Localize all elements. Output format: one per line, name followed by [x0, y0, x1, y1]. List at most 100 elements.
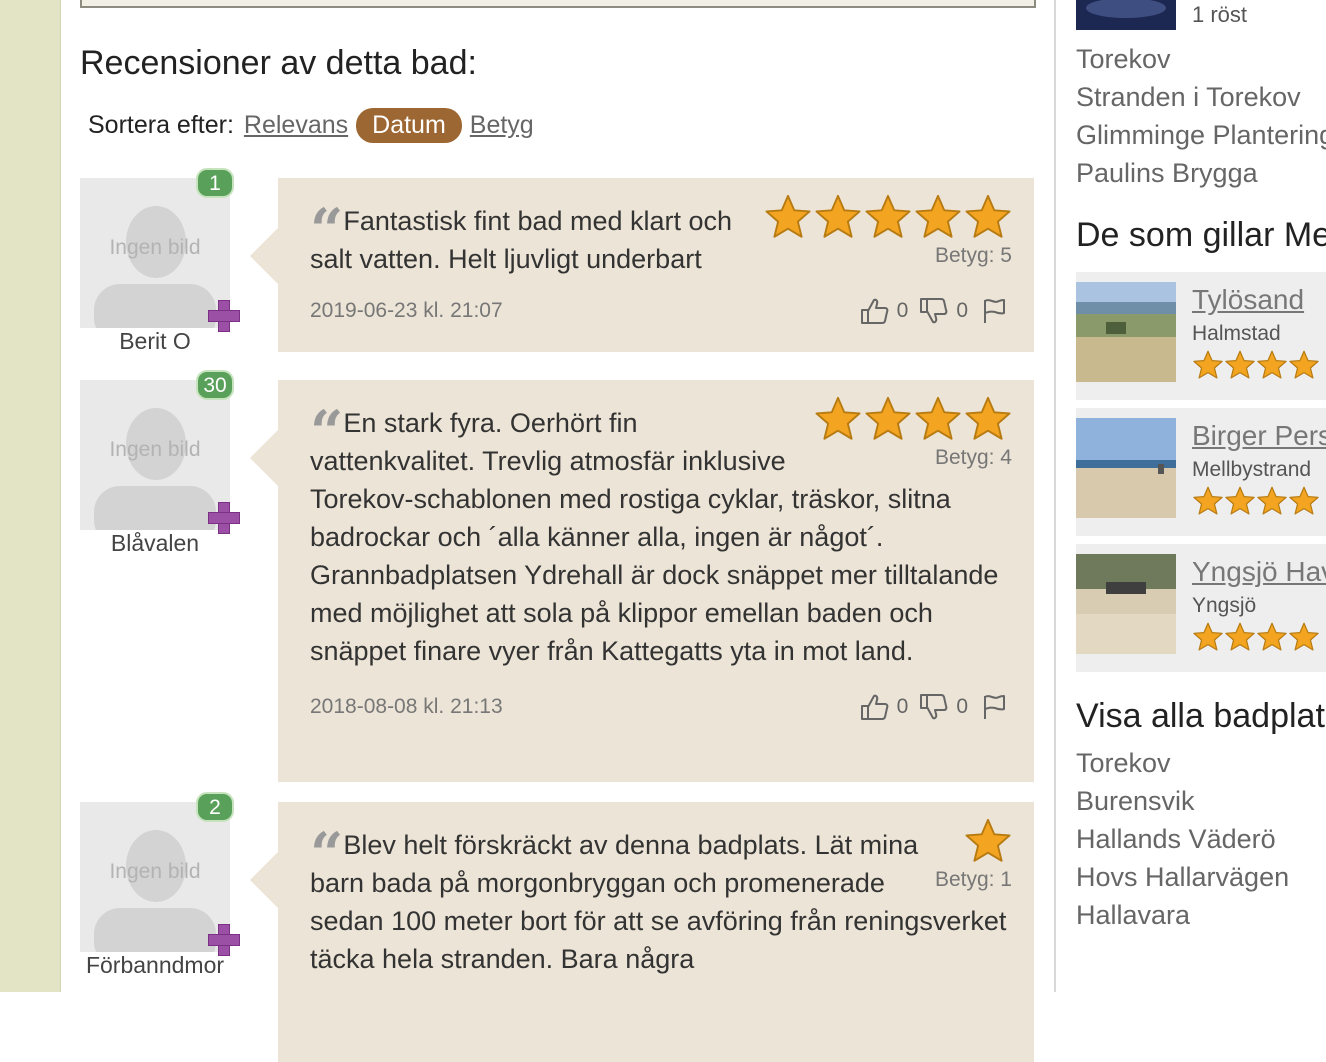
sort-datum-active[interactable]: Datum	[356, 108, 462, 143]
star-icon	[964, 194, 1012, 240]
nearby-link[interactable]: Torekov	[1076, 40, 1326, 78]
quote-icon: “	[310, 196, 343, 264]
review-bubble: Betyg: 5 “Fantastisk fint bad med klart …	[250, 178, 1034, 352]
star-icon	[814, 194, 862, 240]
like-count: 0	[896, 695, 909, 718]
dislike-count: 0	[956, 299, 968, 322]
beach-link[interactable]: Hallands Väderö	[1076, 820, 1289, 858]
star-icon	[1224, 350, 1256, 380]
similar-rating-stars	[1192, 622, 1320, 652]
similar-beach-name[interactable]: Tylösand	[1192, 284, 1304, 316]
star-icon	[964, 818, 1012, 864]
nearby-links: Torekov Stranden i Torekov Glimminge Pla…	[1076, 40, 1326, 192]
similar-title: De som gillar Mellbystrand	[1076, 216, 1326, 254]
sort-bar: Sortera efter: Relevans Datum Betyg	[88, 108, 534, 143]
similar-beach-name[interactable]: Yngsjö Havsbad	[1192, 556, 1326, 588]
thumbs-up-icon	[859, 296, 891, 326]
rating-label: Betyg: 5	[934, 244, 1012, 267]
nearby-link[interactable]: Paulins Brygga	[1076, 154, 1326, 192]
star-icon	[764, 194, 812, 240]
reviewer-name[interactable]: Förbanndmor	[80, 952, 230, 979]
quote-icon: “	[310, 398, 343, 466]
star-icon	[914, 194, 962, 240]
nearby-link[interactable]: Glimminge Plantering	[1076, 116, 1326, 154]
report-button[interactable]	[978, 692, 1010, 722]
star-icon	[1192, 350, 1224, 380]
review-count-badge: 1	[196, 168, 234, 198]
report-button[interactable]	[978, 296, 1010, 326]
similar-beach-location: Mellbystrand	[1192, 458, 1312, 481]
sidebar: 1 röst Torekov Stranden i Torekov Glimmi…	[1076, 0, 1326, 992]
similar-beach-card[interactable]: Yngsjö Havsbad Yngsjö	[1076, 544, 1326, 672]
review-text: Fantastisk fint bad med klart och salt v…	[310, 206, 733, 274]
dislike-button[interactable]: 0	[918, 296, 968, 326]
star-icon	[1256, 350, 1288, 380]
star-icon	[864, 194, 912, 240]
review-count-badge: 2	[196, 792, 234, 822]
beach-link[interactable]: Hallavara	[1076, 896, 1289, 934]
sort-label: Sortera efter:	[88, 111, 234, 139]
review-item: Ingen bild 1 Berit O Betyg: 5 “Fantastis…	[80, 168, 1034, 355]
review-bubble: Betyg: 1 “Blev helt förskräckt av denna …	[250, 802, 1034, 1062]
quote-icon: “	[310, 820, 343, 888]
rating-label: Betyg: 1	[934, 868, 1012, 891]
beach-link[interactable]: Torekov	[1076, 744, 1289, 782]
dislike-button[interactable]: 0	[918, 692, 968, 722]
review-rating: Betyg: 4	[814, 396, 1012, 470]
thumbs-down-icon	[918, 296, 950, 326]
like-button[interactable]: 0	[859, 296, 909, 326]
review-item: Ingen bild 30 Blåvalen Betyg: 4 “En star…	[80, 370, 1034, 782]
thumbs-down-icon	[918, 692, 950, 722]
star-icon	[1192, 486, 1224, 516]
like-count: 0	[896, 299, 909, 322]
similar-beach-card[interactable]: Tylösand Halmstad	[1076, 272, 1326, 400]
star-icon	[1224, 486, 1256, 516]
no-image-text: Ingen bild	[109, 236, 201, 259]
beach-link[interactable]: Hovs Hallarvägen	[1076, 858, 1289, 896]
rating-stars	[935, 818, 1012, 864]
nearby-link[interactable]: Stranden i Torekov	[1076, 78, 1326, 116]
reviews-title: Recensioner av detta bad:	[80, 44, 477, 82]
beach-thumbnail[interactable]	[1076, 0, 1176, 30]
sort-relevans-link[interactable]: Relevans	[244, 111, 348, 140]
similar-beach-name[interactable]: Birger Pers	[1192, 420, 1326, 452]
review-count-badge: 30	[196, 370, 234, 400]
beach-photo	[1076, 554, 1176, 654]
no-image-text: Ingen bild	[109, 860, 201, 883]
top-content-box	[80, 0, 1036, 8]
left-background-strip	[0, 0, 61, 992]
review-bubble: Betyg: 4 “En stark fyra. Oerhört fin vat…	[250, 380, 1034, 782]
sort-betyg-link[interactable]: Betyg	[470, 111, 534, 140]
review-text: Blev helt förskräckt av denna badplats. …	[310, 830, 1007, 974]
vote-count: 1 röst	[1192, 2, 1248, 27]
similar-rating-stars	[1192, 486, 1320, 516]
flag-icon	[978, 692, 1010, 722]
review-date: 2018-08-08 kl. 21:13	[310, 695, 503, 718]
beach-photo	[1076, 418, 1176, 518]
star-icon	[1256, 486, 1288, 516]
similar-beach-card[interactable]: Birger Pers Mellbystrand	[1076, 408, 1326, 536]
no-image-text: Ingen bild	[109, 438, 201, 461]
review-rating: Betyg: 1	[935, 818, 1012, 892]
like-button[interactable]: 0	[859, 692, 909, 722]
star-icon	[914, 396, 962, 442]
rating-label: Betyg: 4	[934, 446, 1012, 469]
star-icon	[864, 396, 912, 442]
flag-icon	[978, 296, 1010, 326]
beach-photo	[1076, 282, 1176, 382]
star-icon	[1288, 486, 1320, 516]
star-icon	[964, 396, 1012, 442]
star-icon	[1192, 622, 1224, 652]
similar-beach-location: Halmstad	[1192, 322, 1281, 345]
rating-stars	[764, 194, 1012, 240]
rating-stars	[814, 396, 1012, 442]
reviewer-name[interactable]: Berit O	[80, 328, 230, 355]
reviewer-name[interactable]: Blåvalen	[80, 530, 230, 557]
similar-beach-location: Yngsjö	[1192, 594, 1257, 617]
beach-link[interactable]: Burensvik	[1076, 782, 1289, 820]
similar-rating-stars	[1192, 350, 1320, 380]
review-date: 2019-06-23 kl. 21:07	[310, 299, 503, 322]
star-icon	[1288, 622, 1320, 652]
review-item: Ingen bild 2 Förbanndmor Betyg: 1 “Blev …	[80, 792, 1034, 1062]
star-icon	[814, 396, 862, 442]
